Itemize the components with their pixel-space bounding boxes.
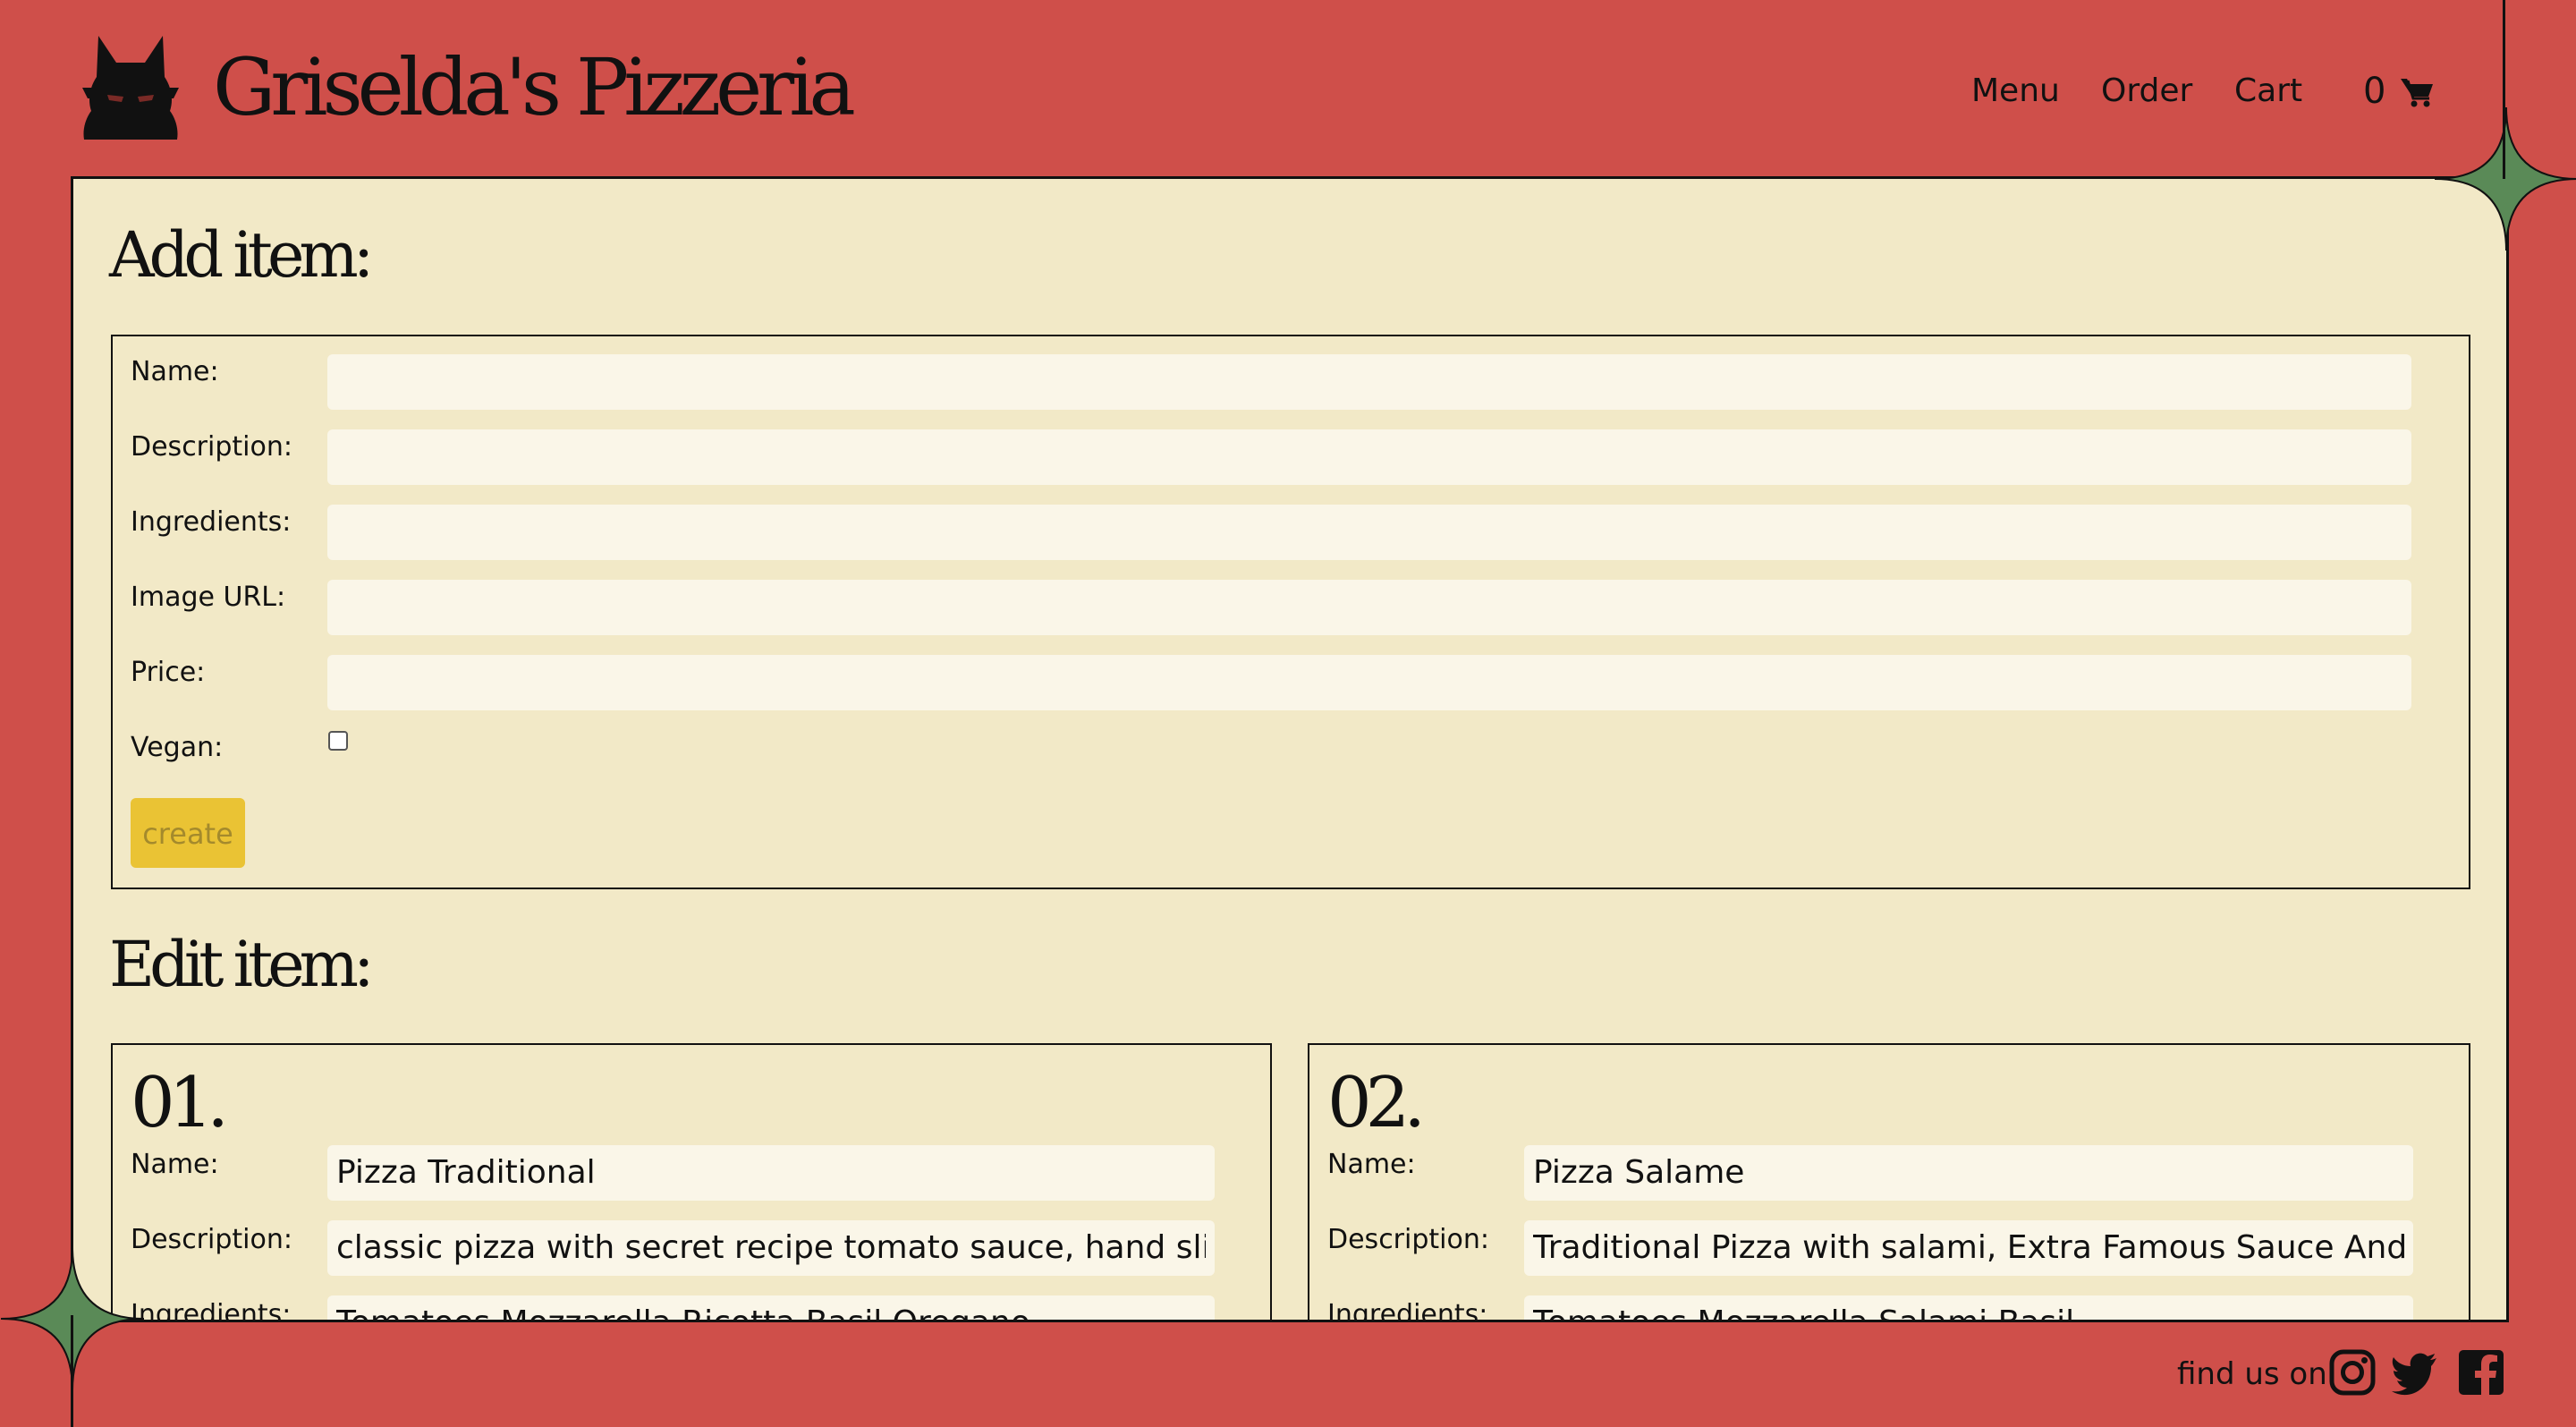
- description-label: Description:: [131, 431, 292, 463]
- ingredients-label: Ingredients:: [1327, 1299, 1488, 1322]
- find-us-label: find us on:: [2177, 1356, 2338, 1392]
- nav-order-link[interactable]: Order: [2101, 64, 2192, 118]
- cart-count[interactable]: 0: [2363, 64, 2385, 118]
- nav-cart-link[interactable]: Cart: [2234, 64, 2302, 118]
- description-label: Description:: [1327, 1224, 1489, 1255]
- nav-menu-link[interactable]: Menu: [1971, 64, 2060, 118]
- name-label: Name:: [1327, 1149, 1416, 1180]
- description-input[interactable]: [327, 429, 2411, 485]
- edit-item-title: Edit item:: [109, 928, 375, 1001]
- ingredients-input[interactable]: [327, 505, 2411, 560]
- frame-line-right: [2503, 0, 2505, 179]
- brand-title[interactable]: Griselda's Pizzeria: [213, 34, 856, 141]
- price-label: Price:: [131, 657, 206, 688]
- edit-description-input[interactable]: [1524, 1220, 2413, 1276]
- add-item-title: Add item:: [109, 218, 374, 292]
- instagram-icon[interactable]: [2329, 1349, 2376, 1396]
- edit-item-card: 02. Name: Description: Ingredients:: [1308, 1043, 2470, 1322]
- shopping-cart-icon[interactable]: [2401, 77, 2435, 107]
- item-number: 01.: [131, 1063, 229, 1143]
- ingredients-label: Ingredients:: [131, 1299, 292, 1322]
- price-input[interactable]: [327, 655, 2411, 710]
- name-input[interactable]: [327, 354, 2411, 410]
- image-url-label: Image URL:: [131, 582, 286, 613]
- image-url-input[interactable]: [327, 580, 2411, 635]
- edit-name-input[interactable]: [327, 1145, 1215, 1201]
- vegan-checkbox[interactable]: [328, 731, 348, 751]
- description-label: Description:: [131, 1224, 292, 1255]
- cat-logo-icon[interactable]: [80, 32, 181, 145]
- add-item-form: Name: Description: Ingredients: Image UR…: [111, 335, 2470, 889]
- edit-ingredients-input[interactable]: [327, 1295, 1215, 1320]
- name-label: Name:: [131, 356, 219, 387]
- main-panel: Add item: Name: Description: Ingredients…: [71, 176, 2509, 1322]
- create-button[interactable]: create: [131, 798, 245, 868]
- name-label: Name:: [131, 1149, 219, 1180]
- frame-line-left: [71, 1315, 73, 1427]
- facebook-icon[interactable]: [2458, 1349, 2504, 1396]
- vegan-label: Vegan:: [131, 732, 224, 763]
- edit-description-input[interactable]: [327, 1220, 1215, 1276]
- ingredients-label: Ingredients:: [131, 506, 292, 538]
- edit-name-input[interactable]: [1524, 1145, 2413, 1201]
- edit-item-card: 01. Name: Description: Ingredients:: [111, 1043, 1272, 1322]
- item-number: 02.: [1327, 1063, 1426, 1143]
- twitter-icon[interactable]: [2392, 1349, 2438, 1396]
- edit-ingredients-input[interactable]: [1524, 1295, 2413, 1320]
- corner-star-top-right: [2435, 107, 2576, 251]
